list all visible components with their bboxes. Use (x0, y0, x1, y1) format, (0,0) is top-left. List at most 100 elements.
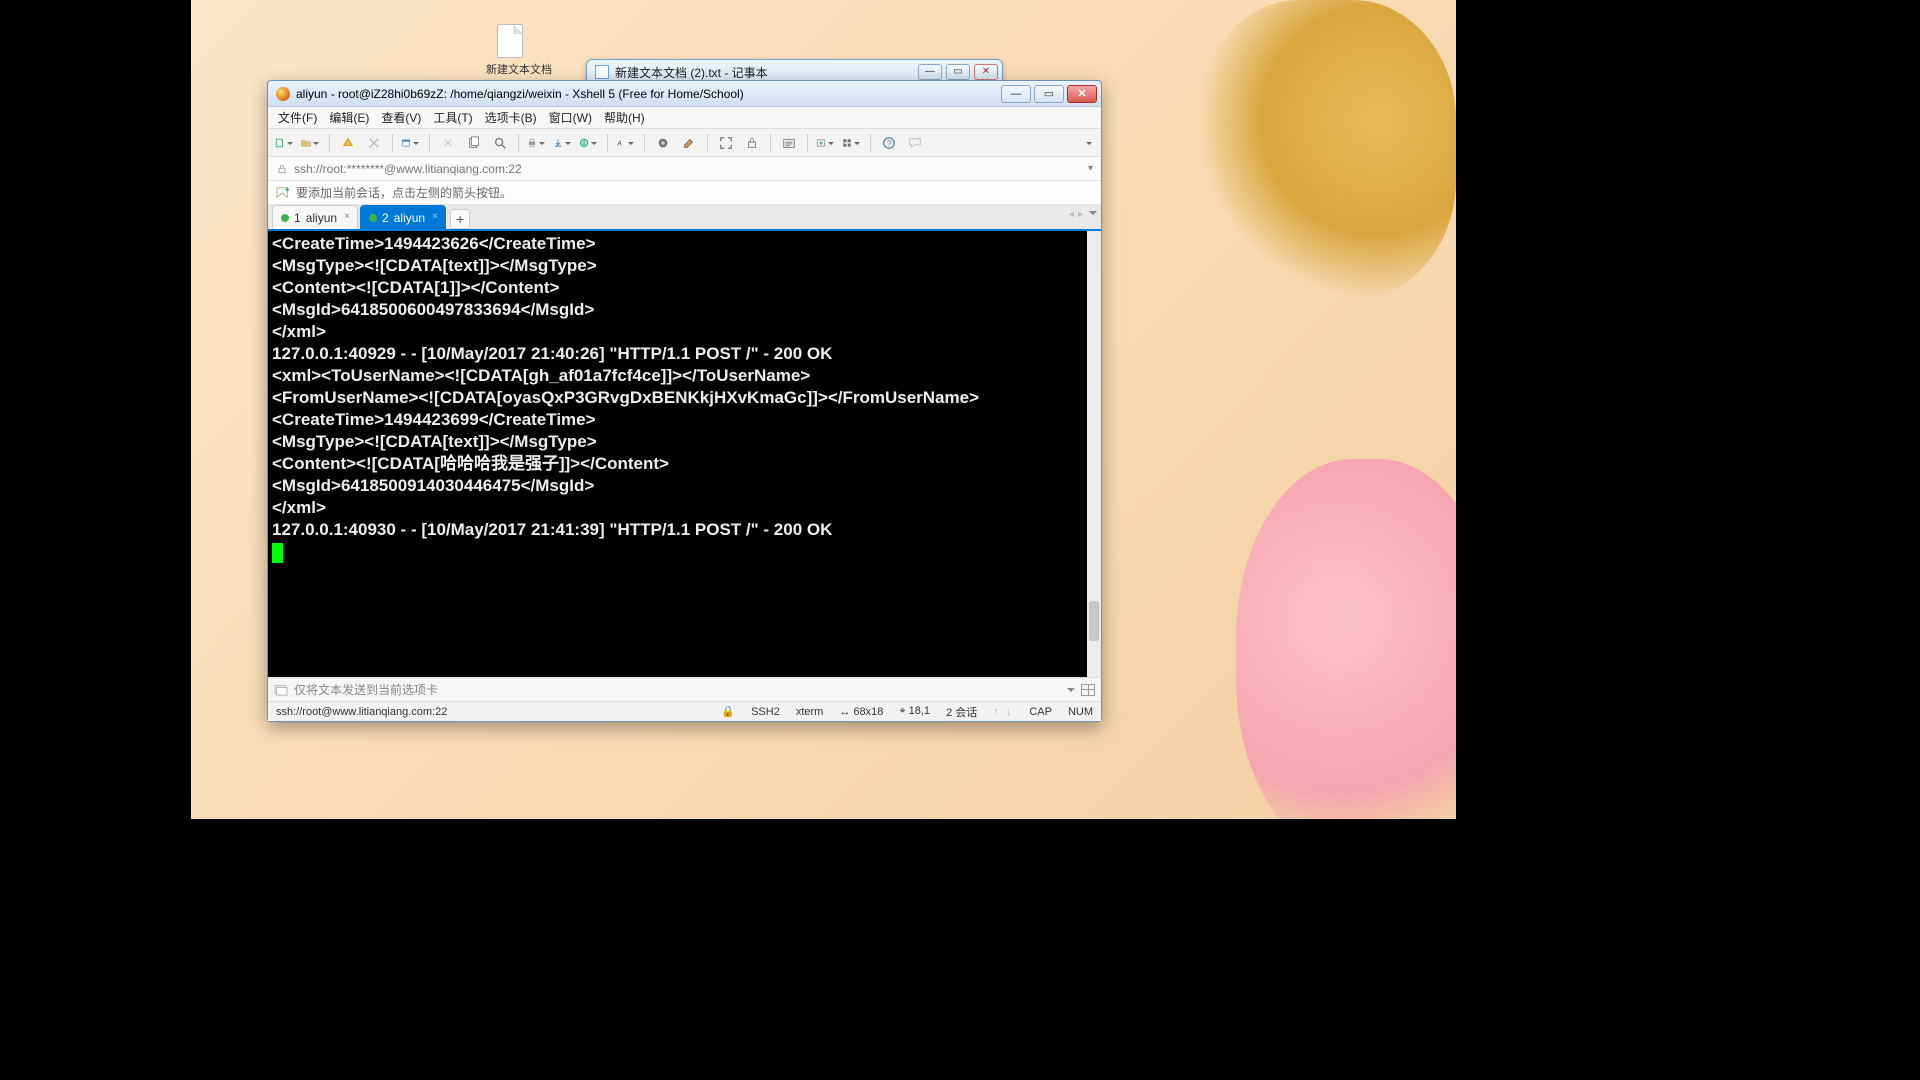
properties-button[interactable] (400, 132, 422, 154)
toolbar-separator (392, 134, 393, 152)
send-text-placeholder: 仅将文本发送到当前选项卡 (294, 681, 438, 698)
highlight-button[interactable] (678, 132, 700, 154)
status-lock-icon: 🔒 (721, 705, 735, 718)
bookmark-add-icon[interactable] (276, 187, 290, 199)
menu-edit[interactable]: 编辑(E) (329, 109, 369, 126)
session-tab-1[interactable]: 1 aliyun × (272, 205, 358, 229)
fullscreen-button[interactable] (715, 132, 737, 154)
cursor-pos-icon: ⌖ (899, 705, 908, 717)
status-caps: CAP (1029, 706, 1052, 718)
menu-tools[interactable]: 工具(T) (433, 109, 472, 126)
titlebar[interactable]: aliyun - root@iZ28hi0b69zZ: /home/qiangz… (268, 81, 1101, 107)
hint-text: 要添加当前会话，点击左侧的箭头按钮。 (296, 184, 512, 201)
terminal-scrollbar[interactable] (1087, 231, 1101, 677)
send-grid-icon[interactable] (1081, 684, 1095, 696)
wallpaper-art (1196, 0, 1456, 300)
address-dropdown-icon[interactable]: ▾ (1088, 163, 1093, 174)
rowcol-icon: ↔ (839, 706, 853, 718)
help-button[interactable]: ? (878, 132, 900, 154)
toolbar-separator (707, 134, 708, 152)
broadcast-icon (274, 684, 288, 696)
tab-list-dropdown-icon[interactable] (1087, 209, 1097, 220)
toolbar-separator (807, 134, 808, 152)
new-session-button[interactable] (274, 132, 296, 154)
copy-button[interactable] (463, 132, 485, 154)
notepad-maximize-button[interactable]: ▭ (946, 64, 970, 80)
send-mode-dropdown-icon[interactable] (1067, 683, 1075, 697)
send-text-bar[interactable]: 仅将文本发送到当前选项卡 (268, 677, 1101, 701)
lock-button[interactable] (741, 132, 763, 154)
color-scheme-button[interactable] (652, 132, 674, 154)
disconnect-button[interactable] (363, 132, 385, 154)
xshell-app-icon (276, 87, 290, 101)
add-tab-button[interactable]: + (450, 209, 470, 229)
scrollbar-thumb[interactable] (1089, 601, 1099, 641)
connection-status-icon (369, 214, 377, 222)
minimize-button[interactable]: — (1001, 85, 1031, 103)
tab-scroll-left-icon[interactable]: ◂ (1069, 209, 1074, 220)
status-term-size: 68x18 (853, 706, 883, 718)
tab-index: 1 (294, 211, 301, 225)
maximize-button[interactable]: ▭ (1034, 85, 1064, 103)
browser-button[interactable] (578, 132, 600, 154)
font-button[interactable]: A (615, 132, 637, 154)
toolbar-separator (770, 134, 771, 152)
xshell-window: aliyun - root@iZ28hi0b69zZ: /home/qiangz… (267, 80, 1102, 722)
transfer-button[interactable] (552, 132, 574, 154)
open-session-button[interactable] (300, 132, 322, 154)
feedback-button[interactable] (904, 132, 926, 154)
menu-view[interactable]: 查看(V) (381, 109, 421, 126)
toolbar: A ? (268, 129, 1101, 157)
desktop-file-icon[interactable]: 新建文本文档 (486, 24, 534, 77)
toolbar-separator (429, 134, 430, 152)
tab-close-icon[interactable]: × (342, 212, 352, 222)
close-button[interactable]: ✕ (1067, 85, 1097, 103)
menu-file[interactable]: 文件(F) (278, 109, 317, 126)
toolbar-separator (518, 134, 519, 152)
toolbar-overflow-button[interactable] (1073, 132, 1095, 154)
menu-help[interactable]: 帮助(H) (604, 109, 645, 126)
new-tab-button[interactable] (815, 132, 837, 154)
address-bar[interactable]: ssh://root:********@www.litianqiang.com:… (268, 157, 1101, 181)
svg-text:A: A (616, 140, 622, 147)
print-button[interactable] (526, 132, 548, 154)
notepad-title: 新建文本文档 (2).txt - 记事本 (615, 64, 768, 81)
menu-window[interactable]: 窗口(W) (549, 109, 592, 126)
tab-index: 2 (382, 211, 389, 225)
tab-close-icon[interactable]: × (430, 212, 440, 222)
menu-tabs[interactable]: 选项卡(B) (485, 109, 537, 126)
status-num: NUM (1068, 706, 1093, 718)
desktop-file-label: 新建文本文档 (486, 61, 534, 77)
address-url: ssh://root:********@www.litianqiang.com:… (294, 162, 522, 176)
toolbar-separator (644, 134, 645, 152)
notepad-minimize-button[interactable]: — (918, 64, 942, 80)
status-transfer-icon: ↑ ↓ (993, 706, 1013, 718)
status-bar: ssh://root@www.litianqiang.com:22 🔒 SSH2… (268, 701, 1101, 721)
toolbar-separator (607, 134, 608, 152)
lock-icon (276, 163, 288, 175)
tab-label: aliyun (306, 211, 337, 225)
tab-scroll-right-icon[interactable]: ▸ (1078, 209, 1083, 220)
tab-label: aliyun (394, 211, 425, 225)
status-protocol: SSH2 (751, 706, 780, 718)
notepad-close-button[interactable]: ✕ (974, 64, 998, 80)
cut-button[interactable] (437, 132, 459, 154)
status-session-count: 2 会话 (946, 704, 977, 720)
find-button[interactable] (489, 132, 511, 154)
terminal-text: <CreateTime>1494423626</CreateTime> <Msg… (272, 234, 979, 539)
log-button[interactable] (778, 132, 800, 154)
session-tabstrip: 1 aliyun × 2 aliyun × + ◂ ▸ (268, 205, 1101, 231)
desktop: 新建文本文档 新建文本文档 (2).txt - 记事本 — ▭ ✕ aliyun… (191, 0, 1456, 819)
menubar: 文件(F) 编辑(E) 查看(V) 工具(T) 选项卡(B) 窗口(W) 帮助(… (268, 107, 1101, 129)
text-file-icon (497, 24, 523, 58)
wallpaper-art (1236, 459, 1456, 819)
hint-bar: 要添加当前会话，点击左侧的箭头按钮。 (268, 181, 1101, 205)
toolbar-separator (329, 134, 330, 152)
reconnect-button[interactable] (337, 132, 359, 154)
toolbar-separator (870, 134, 871, 152)
svg-text:?: ? (887, 138, 892, 148)
session-tab-2[interactable]: 2 aliyun × (360, 205, 446, 229)
terminal-output[interactable]: <CreateTime>1494423626</CreateTime> <Msg… (268, 231, 1087, 677)
terminal-cursor (272, 543, 283, 563)
tile-button[interactable] (841, 132, 863, 154)
